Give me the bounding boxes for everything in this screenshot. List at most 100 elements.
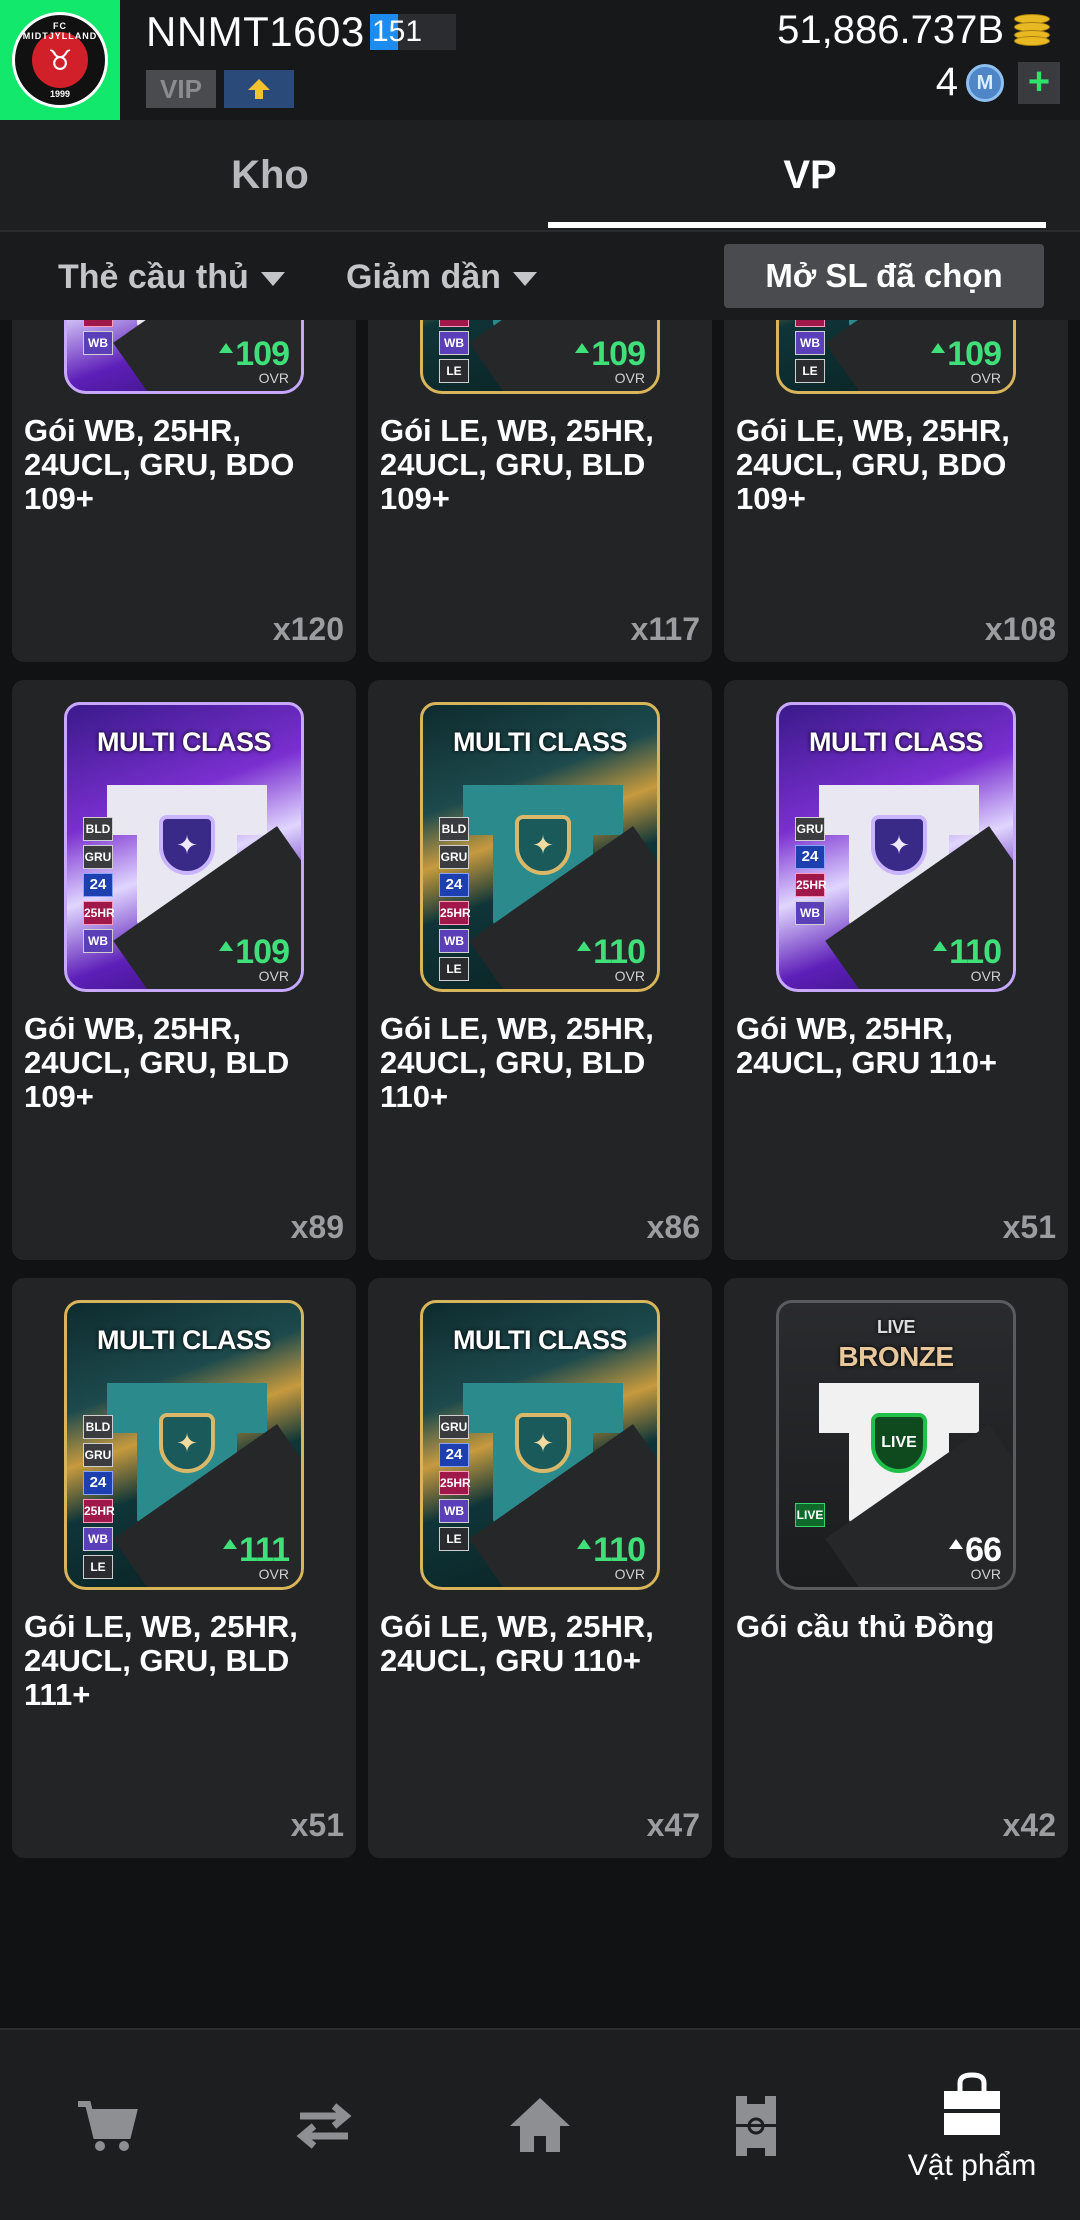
ovr-rating: 110 OVR xyxy=(577,933,646,984)
transfer-icon xyxy=(296,2103,352,2149)
season-tag: WB xyxy=(795,331,825,355)
star-emblem-icon: ✦ xyxy=(515,1413,571,1473)
season-tag: LE xyxy=(795,359,825,383)
nav-home[interactable] xyxy=(432,2030,648,2220)
pack-card-image: MULTI CLASS✦BDOGRU2425HRWB109OVR xyxy=(64,320,304,394)
tab-kho[interactable]: Kho xyxy=(0,120,540,230)
card-title: MULTI CLASS xyxy=(97,727,271,757)
pack-card-image: MULTI CLASS ✦ GRU 24 25HR WB 110 OVR xyxy=(776,702,1016,992)
ovr-rating: 109 OVR xyxy=(575,335,646,386)
pack-card-image: LIVE BRONZE LIVE LIVE 66 OVR xyxy=(776,1300,1016,1590)
nav-squad[interactable] xyxy=(648,2030,864,2220)
ovr-value: 109 xyxy=(575,335,646,374)
ovr-rating: 109 OVR xyxy=(219,335,290,386)
season-tag: 25HR xyxy=(83,1499,115,1523)
season-tag: WB xyxy=(83,1527,113,1551)
season-tag: 25HR xyxy=(83,901,115,925)
ovr-rating: 111 OVR xyxy=(223,1531,290,1582)
add-currency-button[interactable]: + xyxy=(1018,62,1060,104)
pack-quantity: x117 xyxy=(630,611,700,647)
top-bar: FC MIDTJYLLAND ♉ 1999 NNMT1603 151 VIP 5… xyxy=(0,0,1080,120)
season-tag: 24 xyxy=(83,873,113,897)
season-tags: BLD GRU 24 25HR WB xyxy=(83,817,115,957)
season-tag: 24 xyxy=(795,845,825,869)
pack-item[interactable]: MULTI CLASS✦BDOGRU2425HRWBLE109OVRGói LE… xyxy=(724,320,1068,662)
sort-label: Giảm dần xyxy=(346,258,501,296)
season-tag: WB xyxy=(439,1499,469,1523)
season-tag: GRU xyxy=(439,1415,469,1439)
open-selected-button[interactable]: Mở SL đã chọn xyxy=(724,244,1044,308)
pack-quantity: x42 xyxy=(1002,1807,1056,1843)
nav-transfer[interactable] xyxy=(216,2030,432,2220)
pack-quantity: x51 xyxy=(290,1807,344,1843)
username: NNMT1603 xyxy=(146,8,365,55)
season-tags: BLD GRU 24 25HR WB LE xyxy=(83,1415,115,1583)
star-emblem-icon: ✦ xyxy=(159,815,215,875)
nav-shop[interactable] xyxy=(0,2030,216,2220)
club-badge-icon: FC MIDTJYLLAND ♉ 1999 xyxy=(12,12,108,108)
m-coin-balance: 4 xyxy=(935,60,958,104)
pack-card-image: MULTI CLASS ✦ GRU 24 25HR WB LE 110 OVR xyxy=(420,1300,660,1590)
season-tag: 25HR xyxy=(795,320,827,327)
dropdown-arrow-icon xyxy=(512,272,537,287)
pack-card-image: MULTI CLASS ✦ BLD GRU 24 25HR WB 109 OVR xyxy=(64,702,304,992)
tab-vp[interactable]: VP xyxy=(540,120,1080,230)
home-icon xyxy=(510,2098,570,2152)
ovr-value: 110 xyxy=(933,933,1002,972)
ovr-value: 109 xyxy=(219,933,290,972)
ovr-rating: 109 OVR xyxy=(219,933,290,984)
item-grid: MULTI CLASS✦BDOGRU2425HRWB109OVRGói WB, … xyxy=(0,320,1080,2028)
season-tag: GRU xyxy=(83,1443,113,1467)
season-tags: BDOGRU2425HRWBLE xyxy=(795,320,827,387)
ovr-rating: 110 OVR xyxy=(933,933,1002,984)
level-badge: 151 xyxy=(370,14,456,50)
pack-name: Gói cầu thủ Đồng xyxy=(736,1609,995,1644)
ovr-value: 110 xyxy=(577,1531,646,1570)
ovr-rating: 66 OVR xyxy=(949,1531,1002,1582)
card-title: MULTI CLASS xyxy=(809,727,983,757)
pack-item[interactable]: MULTI CLASS ✦ BLD GRU 24 25HR WB LE 110 OVR Gói LE… xyxy=(368,680,712,1260)
pack-name: Gói WB, 25HR, 24UCL, GRU, BDO 109+ xyxy=(24,413,295,516)
pack-item[interactable]: LIVE BRONZE LIVE LIVE 66 OVR Gói cầu thủ Đồng x… xyxy=(724,1278,1068,1858)
nav-items[interactable]: Vật phẩm xyxy=(864,2030,1080,2220)
ovr-value: 109 xyxy=(219,335,290,374)
star-emblem-icon: ✦ xyxy=(515,815,571,875)
coin-stack-icon xyxy=(1014,14,1054,48)
tab-bar: Kho VP xyxy=(0,120,1080,230)
rank-up-button[interactable] xyxy=(224,70,294,108)
club-logo-text: FC MIDTJYLLAND xyxy=(22,21,98,41)
live-emblem: LIVE xyxy=(871,1413,927,1473)
pack-card-image: MULTI CLASS ✦ BLD GRU 24 25HR WB LE 110 OVR xyxy=(420,702,660,992)
nav-items-label: Vật phẩm xyxy=(907,2149,1037,2182)
pack-name: Gói LE, WB, 25HR, 24UCL, GRU, BLD 110+ xyxy=(380,1011,654,1114)
vip-badge[interactable]: VIP xyxy=(146,70,216,108)
card-title: MULTI CLASS xyxy=(453,1325,627,1355)
season-tag: 24 xyxy=(83,1471,113,1495)
pack-name: Gói LE, WB, 25HR, 24UCL, GRU, BLD 109+ xyxy=(380,413,654,516)
m-coin-icon: M xyxy=(966,64,1004,102)
season-tag: WB xyxy=(83,929,113,953)
season-tag: 25HR xyxy=(439,901,471,925)
pack-item[interactable]: MULTI CLASS✦BDOGRU2425HRWB109OVRGói WB, … xyxy=(12,320,356,662)
card-type-dropdown[interactable]: Thẻ cầu thủ xyxy=(58,232,285,322)
pack-name: Gói LE, WB, 25HR, 24UCL, GRU 110+ xyxy=(380,1609,654,1678)
season-tag: BLD xyxy=(439,817,469,841)
pack-item[interactable]: MULTI CLASS ✦ GRU 24 25HR WB 110 OVR Gói WB, 25H… xyxy=(724,680,1068,1260)
pack-item[interactable]: MULTI CLASS ✦ GRU 24 25HR WB LE 110 OVR Gói LE, W… xyxy=(368,1278,712,1858)
season-tag: GRU xyxy=(439,845,469,869)
pack-item[interactable]: MULTI CLASS ✦ BLD GRU 24 25HR WB LE 111 OVR Gói LE… xyxy=(12,1278,356,1858)
bottom-nav: Vật phẩm xyxy=(0,2028,1080,2220)
season-tag: GRU xyxy=(795,817,825,841)
season-tag: BLD xyxy=(83,817,113,841)
sort-dropdown[interactable]: Giảm dần xyxy=(346,232,537,322)
ovr-value: 111 xyxy=(223,1531,290,1570)
season-tag: 25HR xyxy=(439,1471,471,1495)
season-tag: LE xyxy=(83,1555,113,1579)
pack-item[interactable]: MULTI CLASS✦BLDGRU2425HRWBLE109OVRGói LE… xyxy=(368,320,712,662)
club-logo[interactable]: FC MIDTJYLLAND ♉ 1999 xyxy=(0,0,120,120)
season-tags: GRU 24 25HR WB xyxy=(795,817,827,929)
star-emblem-icon: ✦ xyxy=(159,1413,215,1473)
season-tag: WB xyxy=(83,331,113,355)
level-value: 151 xyxy=(372,15,423,48)
pack-item[interactable]: MULTI CLASS ✦ BLD GRU 24 25HR WB 109 OVR Gói WB, … xyxy=(12,680,356,1260)
